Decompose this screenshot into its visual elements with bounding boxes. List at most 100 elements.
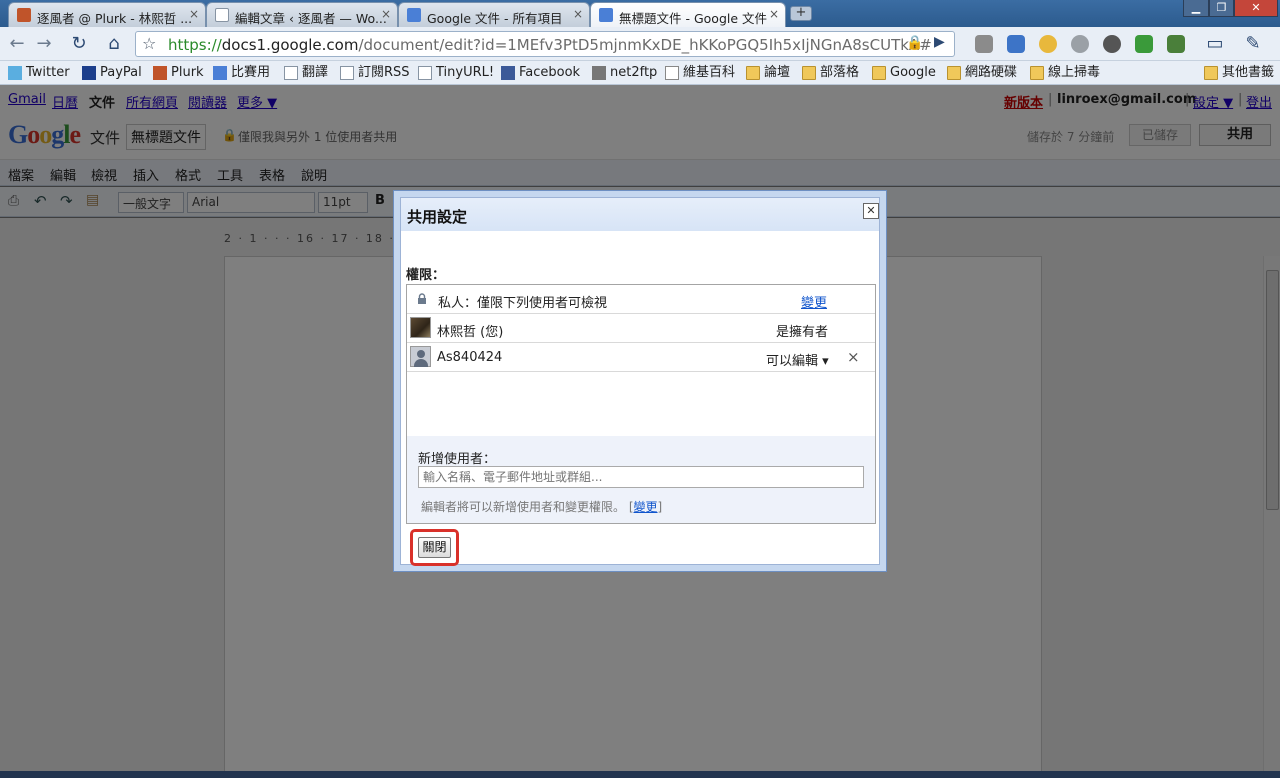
folder-icon (802, 66, 816, 80)
wrench-menu-icon[interactable]: ✎ (1242, 33, 1264, 55)
twitter-icon (8, 66, 22, 80)
change-visibility-link[interactable]: 變更 (801, 292, 827, 311)
close-tab-icon[interactable]: × (769, 7, 779, 21)
page-icon (284, 66, 298, 80)
bookmark-folder-forum[interactable]: 論壇 (746, 64, 790, 82)
home-icon[interactable]: ⌂ (103, 33, 125, 55)
page-icon (340, 66, 354, 80)
tab-plurk[interactable]: 逐風者 @ Plurk - 林熙哲 ... × (8, 2, 206, 27)
bookmark-star-icon[interactable]: ☆ (142, 34, 156, 53)
bookmark-net2ftp[interactable]: net2ftp (592, 64, 657, 82)
globe-icon[interactable] (1071, 35, 1089, 53)
plurk-icon (153, 66, 167, 80)
url-text[interactable]: https://docs1.google.com/document/edit?i… (168, 36, 932, 54)
bookmarks-bar: Twitter PayPal Plurk 比賽用 翻譯 訂閱RSS TinyUR… (0, 61, 1280, 85)
wikipedia-icon (665, 66, 679, 80)
page-icon (215, 8, 229, 22)
user-row-owner: 林熙哲 (您) 是擁有者 (407, 314, 875, 343)
folder-icon (1030, 66, 1044, 80)
tab-title: 無標題文件 - Google 文件 (619, 11, 768, 26)
bookmark-contest[interactable]: 比賽用 (213, 64, 270, 82)
owner-avatar (410, 317, 431, 338)
add-user-input[interactable] (418, 466, 864, 488)
go-icon[interactable]: ▶ (934, 34, 945, 50)
google-docs-icon (407, 8, 421, 22)
chevron-down-icon: ▾ (822, 354, 829, 369)
window-close-icon[interactable]: ✕ (1234, 0, 1278, 17)
windows-taskbar (0, 771, 1280, 778)
bookmark-wikipedia[interactable]: 維基百科 (665, 64, 735, 82)
bookmark-paypal[interactable]: PayPal (82, 64, 142, 82)
close-button-highlight: 關閉 (410, 529, 459, 566)
add-user-label: 新增使用者： (418, 452, 497, 467)
role-dropdown[interactable]: 可以編輯 ▾ (766, 350, 829, 369)
bookmark-folder-other[interactable]: 其他書籤 (1204, 64, 1274, 82)
seo-extension-icon[interactable] (1039, 35, 1057, 53)
lock-icon (418, 293, 426, 304)
close-tab-icon[interactable]: × (573, 7, 583, 21)
tab-title: 逐風者 @ Plurk - 林熙哲 ... (37, 11, 193, 26)
extension-icon[interactable] (1167, 35, 1185, 53)
bookmark-folder-antivirus[interactable]: 線上掃毒 (1030, 64, 1100, 82)
folder-icon (872, 66, 886, 80)
bookmark-facebook[interactable]: Facebook (501, 64, 580, 82)
change-editor-permission-link[interactable]: 變更 (634, 500, 658, 514)
new-tab-button[interactable]: + (790, 6, 812, 21)
minimize-icon[interactable]: ▁ (1183, 0, 1209, 17)
extension-icon[interactable] (1007, 35, 1025, 53)
paypal-icon (82, 66, 96, 80)
address-bar[interactable]: ☆ https://docs1.google.com/document/edit… (135, 31, 955, 57)
extension-icon[interactable] (975, 35, 993, 53)
net2ftp-icon (592, 66, 606, 80)
close-tab-icon[interactable]: × (381, 7, 391, 21)
user-role: 是擁有者 (776, 325, 829, 340)
page-icon (418, 66, 432, 80)
bookmark-plurk[interactable]: Plurk (153, 64, 204, 82)
bookmark-rss[interactable]: 訂閱RSS (340, 64, 410, 82)
dialog-title: 共用設定 (407, 208, 468, 226)
browser-toolbar: ← → ↻ ⌂ ☆ https://docs1.google.com/docum… (0, 27, 1280, 61)
bookmark-folder-google[interactable]: Google (872, 64, 936, 82)
tab-wordpress[interactable]: 編輯文章 ‹ 逐風者 — Wo... × (206, 2, 398, 27)
bookmark-twitter[interactable]: Twitter (8, 64, 70, 82)
bookmark-tinyurl[interactable]: TinyURL! (418, 64, 494, 82)
maximize-icon[interactable]: ❐ (1209, 0, 1234, 17)
add-user-panel: 新增使用者： 編輯者將可以新增使用者和變更權限。 [變更] (407, 436, 875, 523)
close-tab-icon[interactable]: × (189, 7, 199, 21)
bookmark-folder-blog[interactable]: 部落格 (802, 64, 859, 82)
user-name: As840424 (437, 350, 503, 365)
reload-icon[interactable]: ↻ (68, 33, 90, 55)
folder-icon (947, 66, 961, 80)
dialog-close-icon[interactable]: ✕ (863, 203, 879, 219)
lock-icon[interactable]: 🔒 (906, 35, 923, 51)
editor-permission-note: 編輯者將可以新增使用者和變更權限。 [變更] (421, 500, 663, 514)
tab-title: Google 文件 - 所有項目 (427, 11, 563, 26)
tab-untitled-document[interactable]: 無標題文件 - Google 文件 × (590, 2, 786, 28)
sharing-settings-dialog: 共用設定 ✕ 權限： 私人：僅限下列使用者可檢視 變更 林熙哲 (您) 是擁有者… (393, 190, 887, 572)
google-docs-icon (599, 8, 613, 22)
dialog-body: 共用設定 ✕ 權限： 私人：僅限下列使用者可檢視 變更 林熙哲 (您) 是擁有者… (400, 197, 880, 566)
visibility-row: 私人：僅限下列使用者可檢視 變更 (407, 285, 875, 314)
user-avatar-icon (410, 346, 431, 367)
forward-icon[interactable]: → (33, 33, 55, 55)
docs-icon (213, 66, 227, 80)
visibility-text: 私人：僅限下列使用者可檢視 (438, 296, 608, 311)
bookmark-folder-drive[interactable]: 網路硬碟 (947, 64, 1017, 82)
page-menu-icon[interactable]: ▭ (1204, 33, 1226, 55)
dialog-title-bar: 共用設定 ✕ (401, 198, 879, 231)
user-row-editor: As840424 可以編輯 ▾ × (407, 343, 875, 372)
bookmark-translate[interactable]: 翻譯 (284, 64, 328, 82)
facebook-icon (501, 66, 515, 80)
user-name: 林熙哲 (您) (437, 325, 504, 340)
tab-strip: 逐風者 @ Plurk - 林熙哲 ... × 編輯文章 ‹ 逐風者 — Wo.… (0, 0, 1280, 28)
close-button[interactable]: 關閉 (418, 537, 451, 558)
back-icon[interactable]: ← (6, 33, 28, 55)
remove-user-icon[interactable]: × (847, 348, 860, 366)
permissions-list: 私人：僅限下列使用者可檢視 變更 林熙哲 (您) 是擁有者 As840424 可… (406, 284, 876, 524)
tab-google-docs-list[interactable]: Google 文件 - 所有項目 × (398, 2, 590, 27)
settings-gear-icon[interactable] (1103, 35, 1121, 53)
folder-icon (1204, 66, 1218, 80)
extension-icon[interactable] (1135, 35, 1153, 53)
plurk-icon (17, 8, 31, 22)
tab-title: 編輯文章 ‹ 逐風者 — Wo... (235, 11, 387, 26)
